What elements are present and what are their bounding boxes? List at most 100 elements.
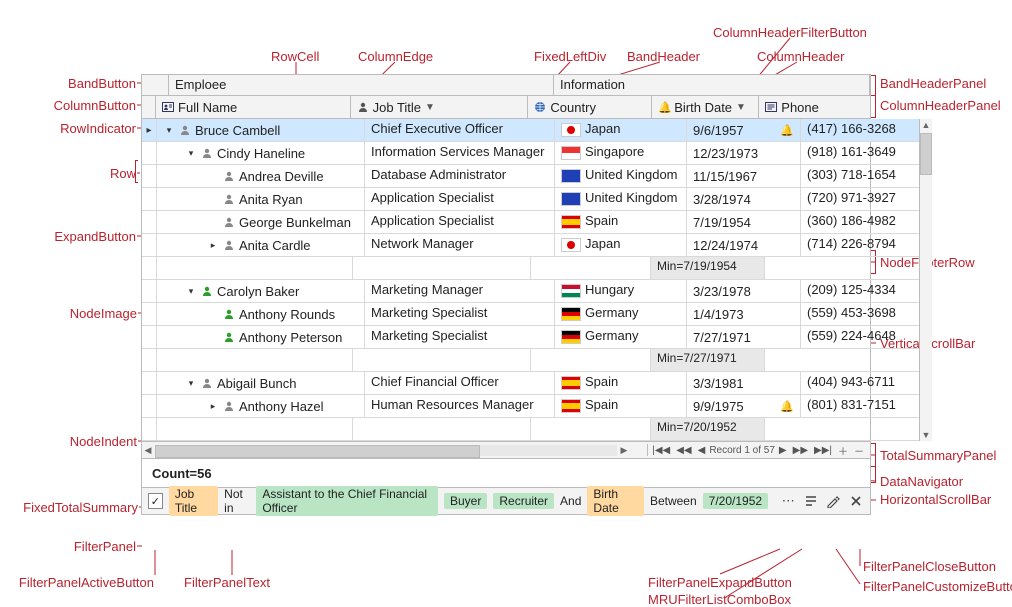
name-text: Anthony Rounds: [239, 307, 335, 322]
scroll-right-icon[interactable]: ▶: [618, 445, 630, 456]
navigator-panel: ◀ ▶ |◀◀ ◀◀ ◀ Record 1 of 57 ▶ ▶▶ ▶▶| ＋ －: [142, 441, 870, 458]
row-indicator: [142, 188, 157, 210]
nav-last-button[interactable]: ▶▶|: [812, 445, 834, 456]
filter-panel-active-button[interactable]: ✓: [148, 493, 163, 509]
table-row[interactable]: George BunkelmanApplication SpecialistSp…: [142, 211, 919, 234]
column-header-label: Country: [550, 100, 596, 115]
ann-row-indicator: RowIndicator: [48, 122, 136, 135]
expand-button[interactable]: ▾: [185, 285, 197, 297]
expand-button[interactable]: ▾: [185, 147, 197, 159]
node-image: [223, 400, 235, 412]
name-text: Anita Cardle: [239, 238, 311, 253]
column-header-panel-bracket: [871, 95, 876, 118]
nav-prev-button[interactable]: ◀: [696, 445, 708, 456]
filter-panel-expand-button[interactable]: ⋯: [780, 492, 796, 510]
expand-button[interactable]: ▸: [207, 239, 219, 251]
row-cell-name: Anita Ryan: [157, 188, 365, 210]
ann-data-navigator: DataNavigator: [880, 475, 963, 488]
node-image: [223, 216, 235, 228]
column-header-label: Full Name: [178, 100, 237, 115]
column-header-fullname[interactable]: Full Name: [156, 96, 351, 118]
column-header-country[interactable]: Country: [528, 96, 652, 118]
ann-column-edge: ColumnEdge: [358, 50, 433, 63]
filter-op-label: Between: [650, 494, 697, 508]
table-row[interactable]: Andrea DevilleDatabase AdministratorUnit…: [142, 165, 919, 188]
filter-value-token[interactable]: Assistant to the Chief Financial Officer: [256, 486, 438, 516]
row-cell-job: Marketing Specialist: [365, 326, 555, 348]
node-image: [201, 147, 213, 159]
nav-next-page-button[interactable]: ▶▶: [791, 445, 810, 456]
nav-remove-button[interactable]: －: [852, 443, 866, 458]
table-row[interactable]: ▸Anthony HazelHuman Resources ManagerSpa…: [142, 395, 919, 418]
expand-button[interactable]: ▾: [185, 377, 197, 389]
node-indent: [185, 326, 203, 348]
row-cell-job: Information Services Manager: [365, 142, 555, 164]
scroll-left-icon[interactable]: ◀: [142, 445, 154, 456]
row-cell-job: Database Administrator: [365, 165, 555, 187]
ann-filter-panel-text: FilterPanelText: [184, 576, 270, 589]
band-header-panel: Emploee Information: [142, 75, 870, 96]
name-text: Abigail Bunch: [217, 376, 297, 391]
total-summary: Min=7/20/1952: [651, 418, 765, 440]
row-cell-phone: (303) 718-1654: [801, 165, 919, 187]
table-row[interactable]: ▸Anita CardleNetwork ManagerJapan12/24/1…: [142, 234, 919, 257]
row-cell-job: Marketing Specialist: [365, 303, 555, 325]
person-card-icon: [162, 101, 174, 113]
table-row[interactable]: Anthony PetersonMarketing SpecialistGerm…: [142, 326, 919, 349]
horizontal-scroll-bar[interactable]: ◀ ▶: [142, 445, 630, 456]
row-cell-job: Marketing Manager: [365, 280, 555, 302]
row-cell-job: Application Specialist: [365, 188, 555, 210]
nav-add-button[interactable]: ＋: [836, 443, 850, 458]
table-row[interactable]: ▾Carolyn BakerMarketing ManagerHungary3/…: [142, 280, 919, 303]
table-row[interactable]: Anita RyanApplication SpecialistUnited K…: [142, 188, 919, 211]
column-header-phone[interactable]: Phone: [759, 96, 870, 118]
expand-button[interactable]: ▸: [207, 400, 219, 412]
scroll-thumb[interactable]: [155, 445, 480, 458]
row-cell-phone: (404) 943-6711: [801, 372, 919, 394]
row-cell-name: Anthony Rounds: [157, 303, 365, 325]
filter-value-token[interactable]: Recruiter: [493, 493, 554, 509]
band-button[interactable]: [142, 75, 169, 95]
nav-first-button[interactable]: |◀◀: [650, 445, 672, 456]
filter-value-token[interactable]: Buyer: [444, 493, 487, 509]
mru-filter-list-combobox[interactable]: [803, 492, 819, 510]
nav-prev-page-button[interactable]: ◀◀: [674, 445, 693, 456]
row-indicator: [142, 280, 157, 302]
bell-icon: 🔔: [780, 400, 794, 413]
scroll-thumb[interactable]: [920, 133, 932, 175]
row-indicator: [142, 211, 157, 233]
expand-button[interactable]: ▾: [163, 124, 175, 136]
table-row[interactable]: ▾Cindy HanelineInformation Services Mana…: [142, 142, 919, 165]
column-header-panel: Full Name Job Title ▼ Country 🔔 Birth Da…: [142, 96, 870, 119]
scroll-up-icon[interactable]: ▲: [922, 119, 931, 131]
table-row[interactable]: Anthony RoundsMarketing SpecialistGerman…: [142, 303, 919, 326]
row-cell-country: United Kingdom: [555, 165, 687, 187]
grid-body: ▾Bruce CambellChief Executive OfficerJap…: [142, 119, 870, 441]
row-cell-country: Spain: [555, 395, 687, 417]
vertical-scroll-bar[interactable]: ▲ ▼: [919, 119, 932, 441]
flag-icon: [561, 238, 581, 252]
column-header-filter-button[interactable]: ▼: [425, 102, 435, 113]
column-header-label: Job Title: [373, 100, 421, 115]
nav-next-button[interactable]: ▶: [777, 445, 789, 456]
row-cell-birth: 9/9/1975🔔: [687, 395, 801, 417]
column-header-jobtitle[interactable]: Job Title ▼: [351, 96, 529, 118]
band-header-panel-bracket: [871, 75, 876, 96]
filter-value-token[interactable]: 7/20/1952: [703, 493, 768, 509]
filter-panel-customize-button[interactable]: [825, 492, 841, 510]
row-cell-name: Anthony Peterson: [157, 326, 365, 348]
row-cell-name: George Bunkelman: [157, 211, 365, 233]
node-indent: [163, 165, 181, 187]
table-row[interactable]: ▾Bruce CambellChief Executive OfficerJap…: [142, 119, 919, 142]
band-header-employee[interactable]: Emploee: [169, 75, 554, 95]
filter-field-token[interactable]: Job Title: [169, 486, 218, 516]
column-button[interactable]: [142, 96, 156, 118]
node-footer-summary: Min=7/27/1971: [651, 349, 765, 371]
column-header-birthdate[interactable]: 🔔 Birth Date ▼: [652, 96, 759, 118]
scroll-down-icon[interactable]: ▼: [922, 429, 931, 441]
table-row[interactable]: ▾Abigail BunchChief Financial OfficerSpa…: [142, 372, 919, 395]
filter-panel-close-button[interactable]: [848, 492, 864, 510]
column-header-filter-button[interactable]: ▼: [736, 102, 746, 113]
filter-field-token[interactable]: Birth Date: [587, 486, 644, 516]
band-header-information[interactable]: Information: [554, 75, 870, 95]
